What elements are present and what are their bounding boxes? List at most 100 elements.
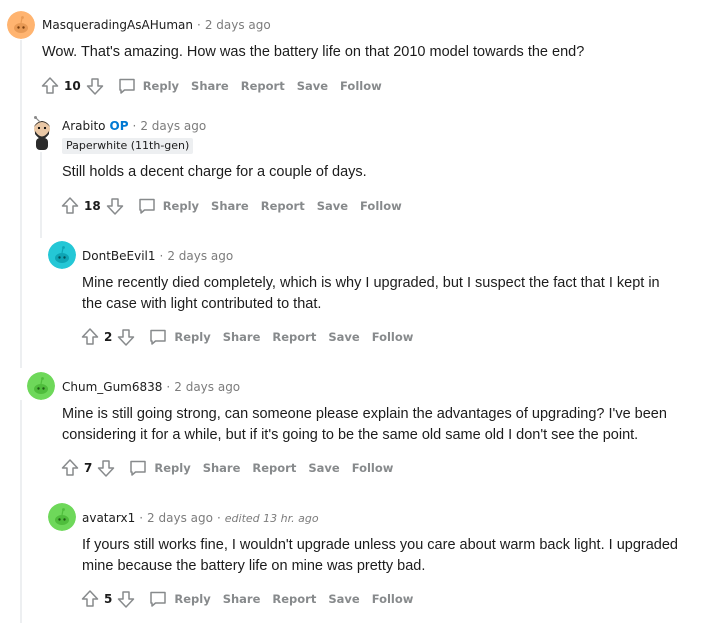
timestamp[interactable]: 2 days ago: [174, 380, 240, 394]
reply-button[interactable]: Reply: [137, 196, 199, 216]
share-button[interactable]: Share: [203, 461, 241, 475]
save-button[interactable]: Save: [328, 330, 359, 344]
report-button[interactable]: Report: [272, 330, 316, 344]
share-button[interactable]: Share: [223, 592, 261, 606]
share-button[interactable]: Share: [223, 330, 261, 344]
follow-button[interactable]: Follow: [340, 79, 382, 93]
avatar[interactable]: [27, 372, 55, 400]
avatar[interactable]: [48, 503, 76, 531]
downvote-button[interactable]: [96, 458, 116, 478]
vote-score: 5: [104, 592, 113, 606]
thread-line[interactable]: [40, 152, 42, 238]
downvote-arrow-icon: [118, 591, 135, 608]
comment-text-line: Wow. That's amazing. How was the battery…: [42, 44, 585, 60]
timestamp[interactable]: 2 days ago: [167, 249, 233, 263]
snoo-avatar-icon: [34, 116, 50, 150]
downvote-button[interactable]: [116, 589, 136, 609]
vote-score: 2: [104, 330, 113, 344]
reply-label: Reply: [174, 592, 211, 606]
upvote-button[interactable]: [60, 458, 80, 478]
follow-button[interactable]: Follow: [352, 461, 394, 475]
reply-label: Reply: [142, 79, 180, 93]
comment-actions: 7 Reply Share Report Save Follow: [60, 456, 393, 480]
reply-button[interactable]: Reply: [128, 458, 191, 478]
report-button[interactable]: Report: [272, 592, 316, 606]
reply-bubble-icon: [138, 198, 155, 214]
follow-button[interactable]: Follow: [360, 199, 402, 213]
downvote-button[interactable]: [85, 76, 105, 96]
comment-meta: MasqueradingAsAHuman · 2 days ago: [42, 18, 271, 32]
username[interactable]: MasqueradingAsAHuman: [42, 18, 193, 32]
comment-text-line: If yours still works fine, I wouldn't up…: [82, 537, 678, 553]
snoo-avatar-icon: [7, 11, 35, 39]
upvote-arrow-icon: [41, 77, 59, 94]
reply-label: Reply: [162, 199, 200, 213]
comment-body: Still holds a decent charge for a couple…: [62, 162, 367, 183]
avatar[interactable]: [27, 114, 57, 152]
user-flair: Paperwhite (11th-gen): [62, 138, 194, 154]
reply-bubble-icon: [130, 460, 147, 476]
reply-bubble-icon: [150, 591, 167, 607]
downvote-button[interactable]: [105, 196, 125, 216]
downvote-arrow-icon: [86, 78, 103, 95]
username[interactable]: Arabito: [62, 119, 106, 133]
save-button[interactable]: Save: [297, 79, 328, 93]
upvote-button[interactable]: [40, 76, 60, 96]
comment-text-line: mine because the battery life on mine wa…: [82, 558, 426, 574]
save-button[interactable]: Save: [328, 592, 359, 606]
comment-body: Wow. That's amazing. How was the battery…: [42, 42, 584, 63]
follow-button[interactable]: Follow: [372, 330, 414, 344]
save-button[interactable]: Save: [308, 461, 339, 475]
comment-meta: DontBeEvil1 · 2 days ago: [82, 249, 234, 263]
comment-meta: Arabito OP · 2 days ago: [62, 119, 207, 133]
comment-text-line: Mine recently died completely, which is …: [82, 275, 660, 291]
comment-body: Mine is still going strong, can someone …: [62, 404, 667, 446]
reply-bubble-icon: [150, 329, 167, 345]
thread-line[interactable]: [20, 40, 22, 368]
timestamp[interactable]: 2 days ago: [147, 511, 213, 525]
reply-button[interactable]: Reply: [148, 327, 211, 347]
report-button[interactable]: Report: [241, 79, 285, 93]
reply-bubble-icon: [118, 78, 135, 94]
save-button[interactable]: Save: [317, 199, 348, 213]
upvote-button[interactable]: [80, 589, 100, 609]
share-button[interactable]: Share: [191, 79, 229, 93]
reply-button[interactable]: Reply: [148, 589, 211, 609]
downvote-arrow-icon: [118, 329, 135, 346]
vote-score: 18: [84, 199, 101, 213]
username[interactable]: Chum_Gum6838: [62, 380, 162, 394]
avatar[interactable]: [7, 11, 35, 39]
follow-button[interactable]: Follow: [372, 592, 414, 606]
snoo-avatar-icon: [48, 241, 76, 269]
downvote-arrow-icon: [98, 460, 115, 477]
comment-body: Mine recently died completely, which is …: [82, 273, 660, 315]
vote-score: 7: [84, 461, 93, 475]
upvote-button[interactable]: [60, 196, 80, 216]
report-button[interactable]: Report: [252, 461, 296, 475]
timestamp[interactable]: 2 days ago: [205, 18, 271, 32]
upvote-arrow-icon: [61, 459, 79, 476]
snoo-avatar-icon: [48, 503, 76, 531]
timestamp[interactable]: 2 days ago: [140, 119, 206, 133]
comment-meta: Chum_Gum6838 · 2 days ago: [62, 380, 241, 394]
thread-line[interactable]: [20, 400, 22, 623]
reply-button[interactable]: Reply: [117, 76, 179, 96]
username[interactable]: avatarx1: [82, 511, 135, 525]
share-button[interactable]: Share: [211, 199, 249, 213]
avatar[interactable]: [48, 241, 76, 269]
upvote-arrow-icon: [81, 328, 99, 345]
upvote-arrow-icon: [81, 590, 99, 607]
upvote-arrow-icon: [61, 197, 79, 214]
upvote-button[interactable]: [80, 327, 100, 347]
username[interactable]: DontBeEvil1: [82, 249, 156, 263]
downvote-button[interactable]: [116, 327, 136, 347]
comment-actions: 18 Reply Share Report Save Follow: [60, 194, 402, 218]
report-button[interactable]: Report: [261, 199, 305, 213]
comment-text-line: considering it for a while, but if it's …: [62, 427, 639, 443]
comment-actions: 2 Reply Share Report Save Follow: [80, 325, 413, 349]
comment-text-line: the case with light contributed to that.: [82, 296, 322, 312]
comment-actions: 10 Reply Share Report Save Follow: [40, 74, 382, 98]
reply-label: Reply: [154, 461, 191, 475]
reply-label: Reply: [174, 330, 211, 344]
comment-actions: 5 Reply Share Report Save Follow: [80, 587, 413, 611]
